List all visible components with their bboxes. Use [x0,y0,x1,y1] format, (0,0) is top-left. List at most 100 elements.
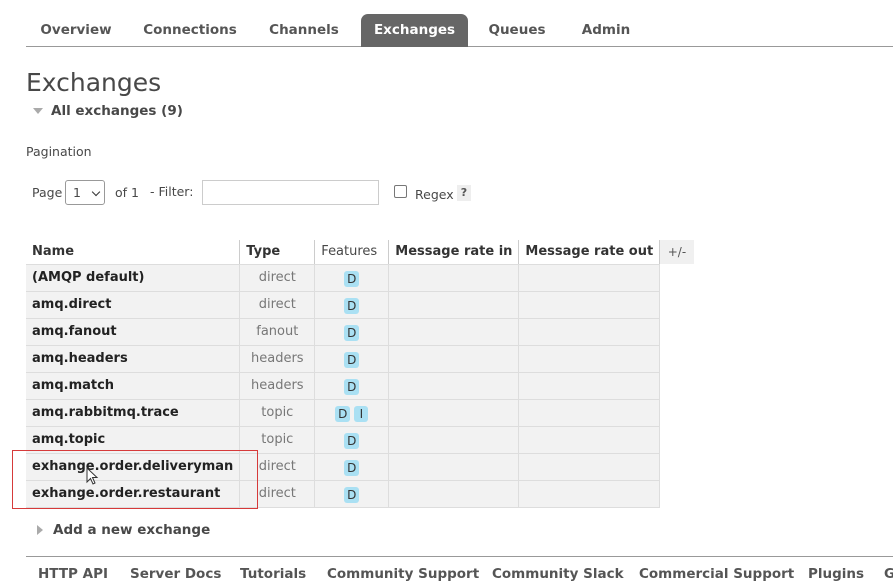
exchange-type-cell: direct [239,480,316,508]
table-row: exhange.order.deliveryman direct D [26,453,694,481]
message-rate-in-cell [388,480,520,508]
pagination-label: Pagination [26,144,92,159]
exchange-name-cell[interactable]: exhange.order.restaurant [26,480,241,508]
filter-label: - Filter: [150,184,194,199]
footer-link-tutorials[interactable]: Tutorials [240,566,306,582]
exchange-type-cell: topic [239,399,316,427]
page-of-label: of 1 [115,185,139,200]
message-rate-in-cell [388,399,520,427]
message-rate-in-cell [388,372,520,400]
message-rate-in-cell [388,426,520,454]
column-header-name[interactable]: Name [26,240,241,265]
help-icon[interactable]: ? [457,185,471,201]
add-new-exchange-toggle[interactable]: Add a new exchange [37,522,210,538]
exchange-name-cell[interactable]: amq.topic [26,426,241,454]
column-header-type[interactable]: Type [239,240,316,265]
regex-checkbox[interactable] [394,185,407,198]
toggle-columns-button[interactable]: +/- [659,240,694,264]
exchange-features-cell: D [314,480,390,508]
table-row: amq.headers headers D [26,345,694,373]
message-rate-out-cell [518,264,661,292]
table-header-row: Name Type Features Message rate in Messa… [26,240,694,265]
table-body: (AMQP default) direct Damq.direct direct Dam… [26,264,694,508]
footer-link-more[interactable]: G [884,566,893,582]
exchange-features-cell: D [314,291,390,319]
feature-badge: D [344,325,360,341]
message-rate-out-cell [518,291,661,319]
footer-link-commercial-support[interactable]: Commercial Support [639,566,794,582]
tab-admin[interactable]: Admin [566,14,646,47]
all-exchanges-toggle[interactable]: All exchanges (9) [33,103,183,119]
page-select-value: 1 [73,185,81,200]
table-row: amq.direct direct D [26,291,694,319]
chevron-down-icon [91,187,101,197]
feature-badge: D [344,352,360,368]
footer-link-server-docs[interactable]: Server Docs [130,566,221,582]
message-rate-in-cell [388,453,520,481]
message-rate-out-cell [518,480,661,508]
tab-channels[interactable]: Channels [254,14,354,47]
exchange-name-cell[interactable]: amq.fanout [26,318,241,346]
table-row: amq.fanout fanout D [26,318,694,346]
message-rate-out-cell [518,372,661,400]
message-rate-in-cell [388,318,520,346]
message-rate-in-cell [388,264,520,292]
footer-link-community-slack[interactable]: Community Slack [492,566,624,582]
exchange-features-cell: D [314,264,390,292]
feature-badge: D [344,487,360,503]
exchange-features-cell: D [314,426,390,454]
feature-badge: I [354,406,369,422]
exchange-type-cell: topic [239,426,316,454]
tab-connections[interactable]: Connections [134,14,246,47]
column-header-rate-in[interactable]: Message rate in [388,240,520,265]
exchange-features-cell: D [314,453,390,481]
message-rate-out-cell [518,318,661,346]
footer-link-http-api[interactable]: HTTP API [38,566,108,582]
column-header-rate-out[interactable]: Message rate out [518,240,661,265]
table-row: amq.match headers D [26,372,694,400]
exchange-name-cell[interactable]: exhange.order.deliveryman [26,453,241,481]
message-rate-in-cell [388,291,520,319]
exchange-name-cell[interactable]: (AMQP default) [26,264,241,292]
collapse-triangle-icon [33,108,43,114]
filter-input[interactable] [202,180,379,205]
page-label: Page [32,185,63,200]
exchange-name-cell[interactable]: amq.match [26,372,241,400]
tab-exchanges[interactable]: Exchanges [361,14,468,47]
tab-queues[interactable]: Queues [476,14,558,47]
feature-badge: D [344,460,360,476]
exchange-name-cell[interactable]: amq.headers [26,345,241,373]
feature-badge: D [344,433,360,449]
message-rate-out-cell [518,345,661,373]
footer-link-plugins[interactable]: Plugins [808,566,864,582]
exchange-type-cell: direct [239,453,316,481]
table-row: exhange.order.restaurant direct D [26,480,694,508]
add-new-exchange-label: Add a new exchange [53,522,211,538]
page-select[interactable]: 1 [65,180,105,205]
all-exchanges-label: All exchanges (9) [51,103,183,119]
exchange-features-cell: D [314,345,390,373]
tab-overview[interactable]: Overview [26,14,126,47]
message-rate-out-cell [518,426,661,454]
exchange-name-cell[interactable]: amq.direct [26,291,241,319]
exchange-features-cell: D [314,318,390,346]
exchange-name-cell[interactable]: amq.rabbitmq.trace [26,399,241,427]
message-rate-in-cell [388,345,520,373]
feature-badge: D [344,271,360,287]
message-rate-out-cell [518,453,661,481]
regex-label: Regex [415,187,454,202]
footer-link-community-support[interactable]: Community Support [327,566,479,582]
feature-badge: D [335,406,351,422]
exchange-type-cell: direct [239,264,316,292]
column-header-features: Features [314,240,390,265]
top-navigation: Overview Connections Channels Exchanges … [26,14,893,47]
page-title: Exchanges [26,68,162,97]
exchanges-table: Name Type Features Message rate in Messa… [26,240,694,508]
footer: HTTP API Server Docs Tutorials Community… [26,556,893,588]
table-row: amq.topic topic D [26,426,694,454]
exchange-type-cell: fanout [239,318,316,346]
exchange-type-cell: direct [239,291,316,319]
message-rate-out-cell [518,399,661,427]
exchange-features-cell: D [314,372,390,400]
expand-triangle-icon [37,525,43,535]
